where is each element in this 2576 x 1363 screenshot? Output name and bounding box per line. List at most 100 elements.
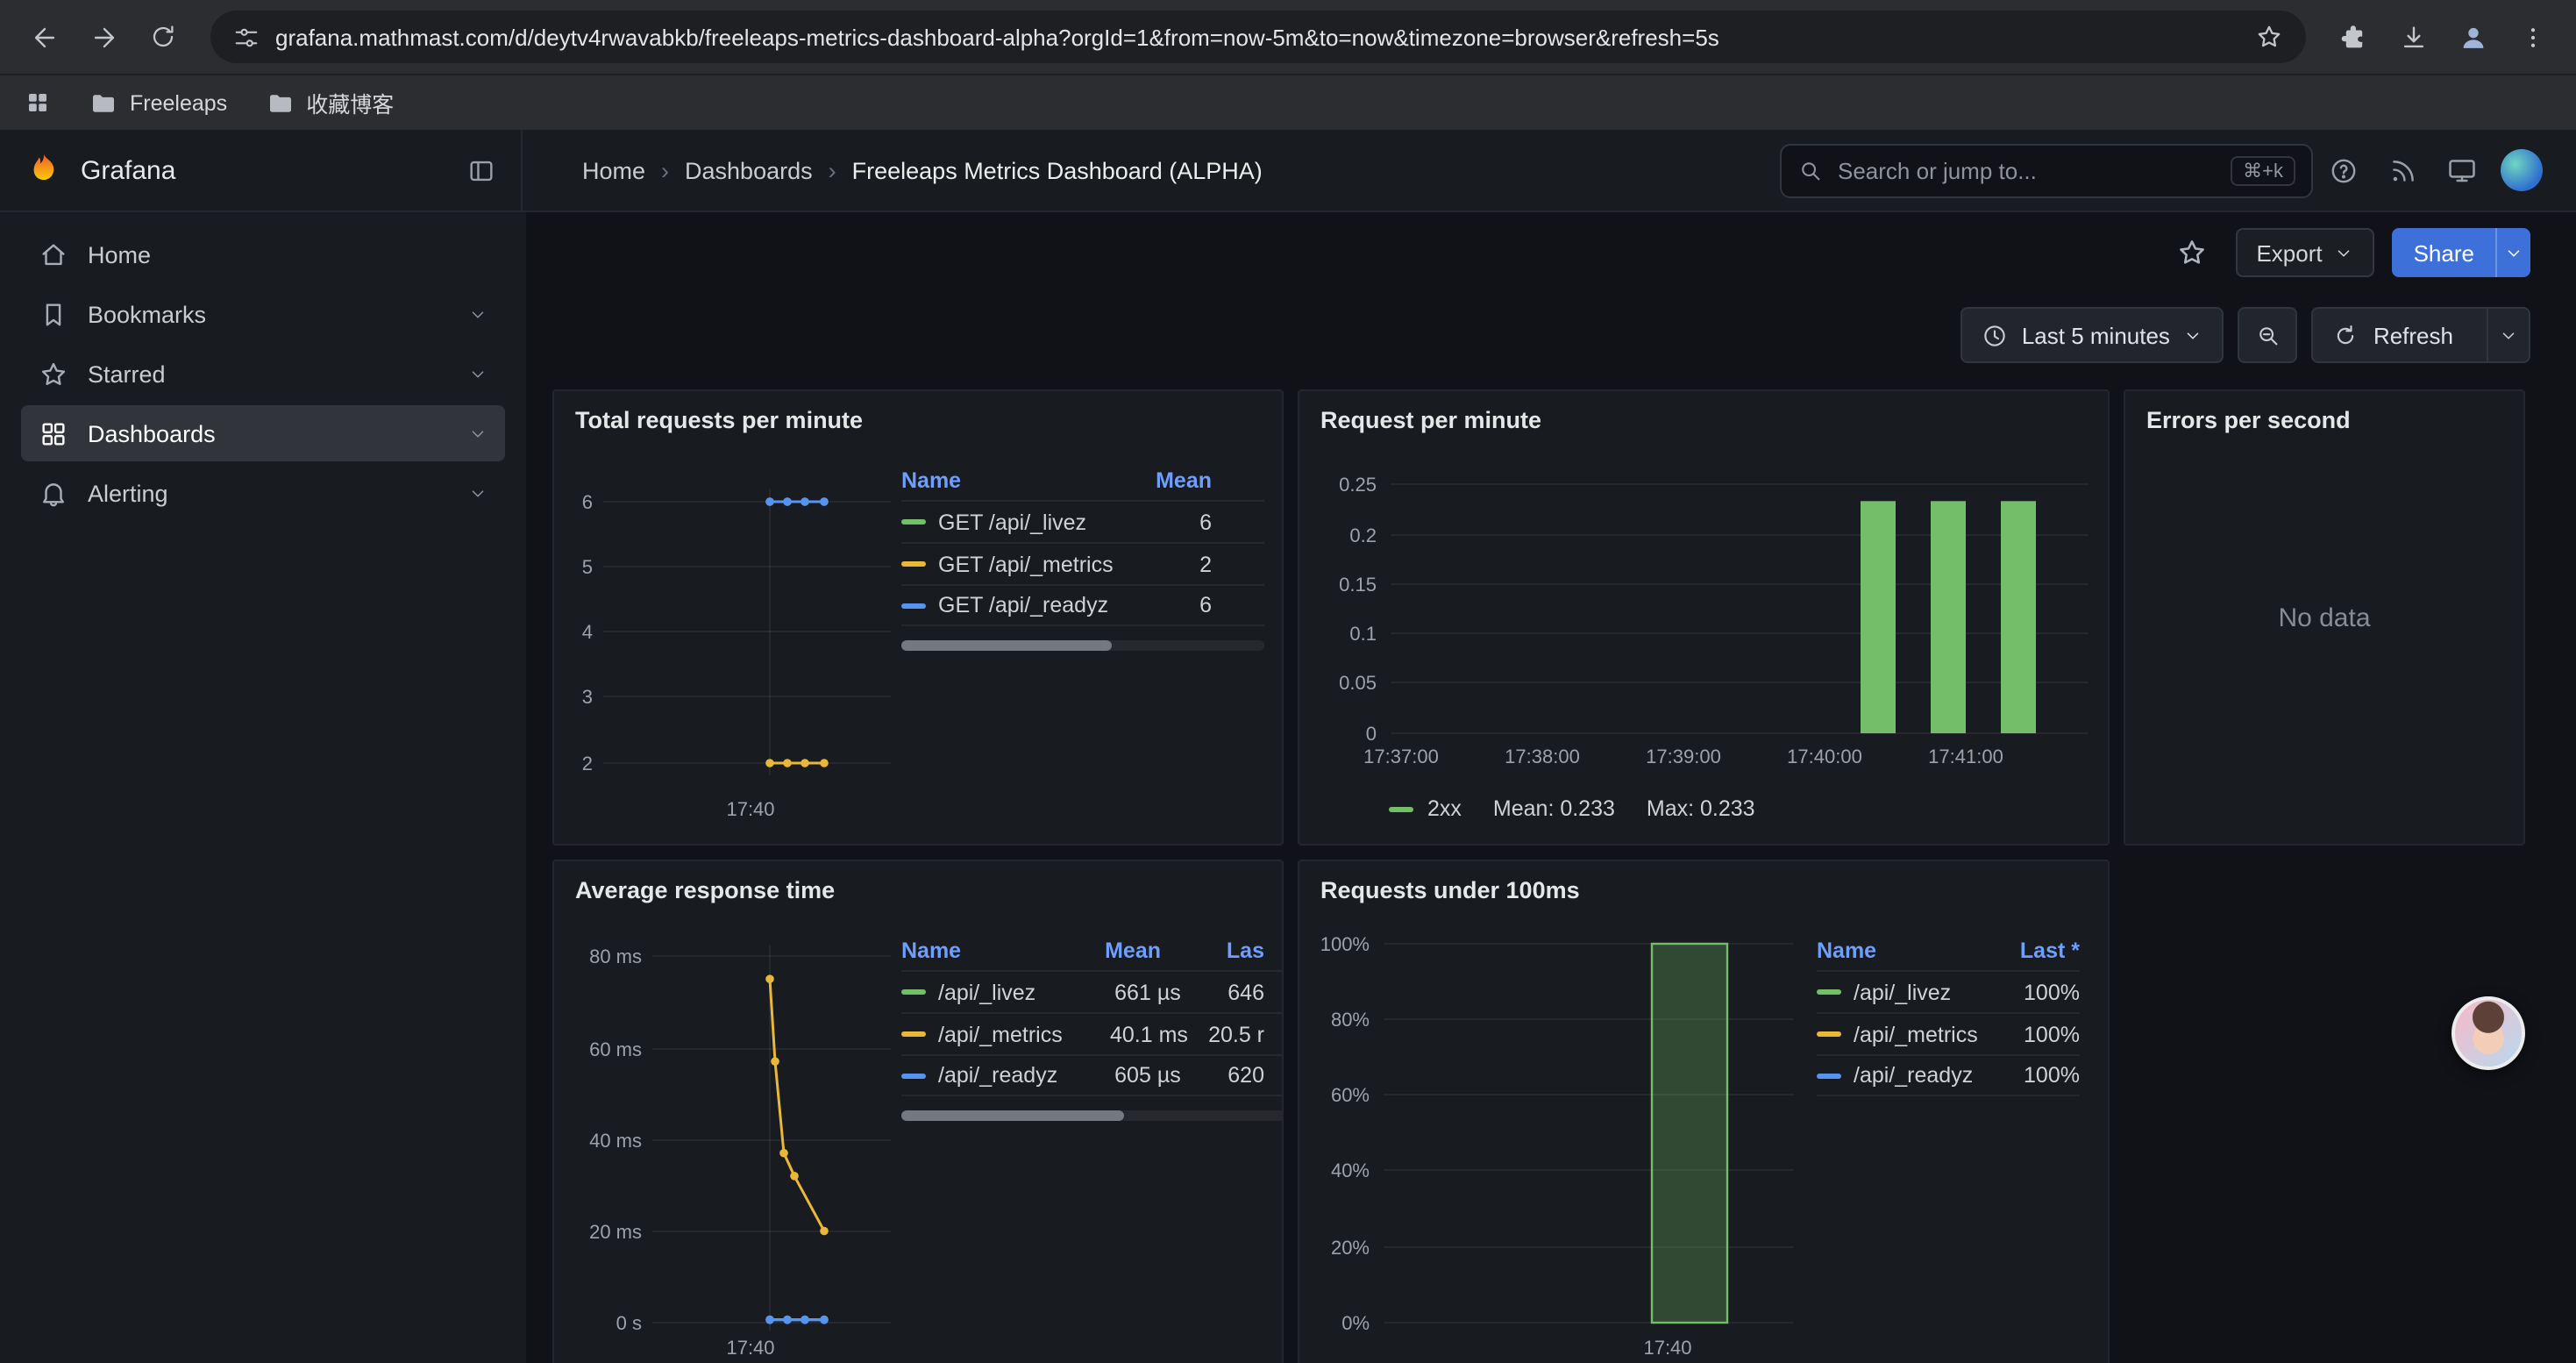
timeseries-chart[interactable]: 6543217:40 [554, 461, 896, 838]
svg-text:0%: 0% [1341, 1312, 1370, 1334]
share-label[interactable]: Share [2393, 228, 2495, 277]
share-menu-chevron-icon[interactable] [2495, 228, 2530, 277]
chevron-down-icon[interactable] [468, 304, 487, 324]
profile-icon[interactable] [2446, 11, 2499, 63]
svg-text:2: 2 [582, 753, 593, 774]
panel-total-requests: Total requests per minute 6543217:40 Nam… [552, 389, 1284, 846]
legend-table: Name Mean GET /api/_livez 6 GET /api/_me… [901, 461, 1264, 651]
extensions-icon[interactable] [2327, 11, 2380, 63]
time-range-picker[interactable]: Last 5 minutes [1960, 307, 2224, 363]
apps-grid-icon[interactable] [25, 89, 51, 116]
bookmark-star-icon[interactable] [2255, 23, 2283, 51]
reload-icon[interactable] [137, 11, 189, 63]
sidebar-item-label: Home [88, 241, 151, 268]
assistant-avatar[interactable] [2451, 996, 2525, 1070]
svg-text:17:41:00: 17:41:00 [1928, 746, 2003, 767]
legend-row[interactable]: /api/_readyz 605 µs 620 [901, 1054, 1284, 1096]
bar-chart[interactable]: 0.250.20.150.10.05017:37:0017:38:0017:39… [1299, 461, 2097, 786]
chart-legend[interactable]: 2xx Mean: 0.233 Max: 0.233 [1389, 796, 1755, 821]
refresh-interval-chevron-icon[interactable] [2487, 309, 2529, 361]
site-settings-icon[interactable] [233, 24, 260, 50]
scrollbar-thumb[interactable] [901, 1110, 1124, 1121]
timeseries-chart[interactable]: 80 ms60 ms40 ms20 ms0 s17:40 [554, 931, 896, 1363]
legend-row[interactable]: /api/_livez 100% [1817, 970, 2080, 1012]
column-header-mean[interactable]: Mean [1073, 938, 1161, 963]
panel-title[interactable]: Request per minute [1299, 391, 2108, 433]
bell-icon [39, 478, 68, 508]
column-header-last[interactable]: Last * [1982, 938, 2080, 963]
legend-row[interactable]: GET /api/_metrics 2 [901, 542, 1264, 584]
search-placeholder: Search or jump to... [1838, 157, 2217, 183]
panel-title[interactable]: Requests under 100ms [1299, 861, 2108, 903]
legend-table: Name Mean Las /api/_livez 661 µs 646 [901, 931, 1284, 1121]
svg-text:17:40:00: 17:40:00 [1787, 746, 1862, 767]
legend-mean: Mean: 0.233 [1493, 796, 1615, 821]
legend-row[interactable]: /api/_metrics 40.1 ms 20.5 r [901, 1012, 1284, 1054]
bar-chart[interactable]: 100%80%60%40%20%0%17:40 [1299, 931, 1808, 1363]
legend-row[interactable]: GET /api/_readyz 6 [901, 584, 1264, 626]
refresh-button[interactable]: Refresh [2312, 307, 2530, 363]
sidebar-item-home[interactable]: Home [21, 226, 505, 282]
svg-text:17:38:00: 17:38:00 [1505, 746, 1580, 767]
legend-row[interactable]: /api/_livez 661 µs 646 [901, 970, 1284, 1012]
panel-title[interactable]: Total requests per minute [554, 391, 1282, 433]
breadcrumb-current: Freeleaps Metrics Dashboard (ALPHA) [852, 157, 1263, 183]
back-icon[interactable] [18, 11, 70, 63]
svg-text:0.15: 0.15 [1339, 574, 1377, 596]
favorite-star-icon[interactable] [2165, 226, 2217, 279]
forward-icon[interactable] [77, 11, 130, 63]
column-header-name[interactable]: Name [901, 468, 1124, 493]
bookmark-icon [39, 299, 68, 329]
bookmark-folder-blogs[interactable]: 收藏博客 [266, 86, 394, 119]
svg-text:17:39:00: 17:39:00 [1646, 746, 1721, 767]
panel-title[interactable]: Average response time [554, 861, 1282, 903]
breadcrumb-dashboards[interactable]: Dashboards [685, 157, 813, 183]
help-icon[interactable] [2313, 140, 2373, 200]
news-icon[interactable] [2373, 140, 2432, 200]
display-icon[interactable] [2432, 140, 2492, 200]
star-icon [39, 359, 68, 389]
export-button[interactable]: Export [2235, 228, 2374, 277]
svg-text:80%: 80% [1331, 1009, 1370, 1031]
chevron-down-icon[interactable] [468, 424, 487, 443]
column-header-name[interactable]: Name [1817, 938, 1982, 963]
sidebar-item-alerting[interactable]: Alerting [21, 465, 505, 521]
legend-row[interactable]: /api/_metrics 100% [1817, 1012, 2080, 1054]
bookmark-folder-freeleaps[interactable]: Freeleaps [89, 89, 227, 117]
search-icon [1797, 157, 1824, 183]
grafana-header: Grafana Home › Dashboards › Freeleaps Me… [0, 130, 2576, 212]
column-header-mean[interactable]: Mean [1124, 468, 1212, 493]
svg-text:0.1: 0.1 [1349, 623, 1377, 645]
chevron-down-icon[interactable] [468, 364, 487, 383]
grafana-logo-icon[interactable] [25, 151, 63, 189]
legend-row[interactable]: GET /api/_livez 6 [901, 500, 1264, 542]
downloads-icon[interactable] [2387, 11, 2439, 63]
search-input[interactable]: Search or jump to... ⌘+k [1780, 143, 2313, 197]
column-header-last[interactable]: Las [1161, 938, 1264, 963]
browser-menu-icon[interactable] [2506, 11, 2558, 63]
org-avatar[interactable] [2492, 140, 2551, 200]
bookmarks-bar: Freeleaps 收藏博客 [0, 74, 2576, 130]
bookmark-label: Freeleaps [130, 90, 227, 115]
legend-scrollbar[interactable] [901, 640, 1264, 651]
share-button[interactable]: Share [2393, 228, 2530, 277]
legend-series-label[interactable]: 2xx [1427, 796, 1462, 821]
svg-text:0.05: 0.05 [1339, 672, 1377, 694]
collapse-sidebar-icon[interactable] [466, 155, 496, 185]
column-header-name[interactable]: Name [901, 938, 1073, 963]
sidebar-item-bookmarks[interactable]: Bookmarks [21, 286, 505, 342]
scrollbar-thumb[interactable] [901, 640, 1112, 651]
legend-row[interactable]: /api/_readyz 100% [1817, 1054, 2080, 1096]
legend-scrollbar[interactable] [901, 1110, 1284, 1121]
url-bar[interactable]: grafana.mathmast.com/d/deytv4rwavabkb/fr… [210, 11, 2306, 63]
breadcrumb-home[interactable]: Home [582, 157, 645, 183]
url-text[interactable]: grafana.mathmast.com/d/deytv4rwavabkb/fr… [275, 24, 2239, 50]
svg-text:40 ms: 40 ms [589, 1130, 642, 1152]
chevron-down-icon[interactable] [468, 483, 487, 503]
legend-table: Name Last * /api/_livez 100% /api/_metri… [1817, 931, 2080, 1096]
folder-icon [266, 89, 294, 117]
svg-text:3: 3 [582, 686, 593, 708]
sidebar-item-dashboards[interactable]: Dashboards [21, 405, 505, 461]
sidebar-item-starred[interactable]: Starred [21, 346, 505, 402]
zoom-out-button[interactable] [2238, 307, 2298, 363]
